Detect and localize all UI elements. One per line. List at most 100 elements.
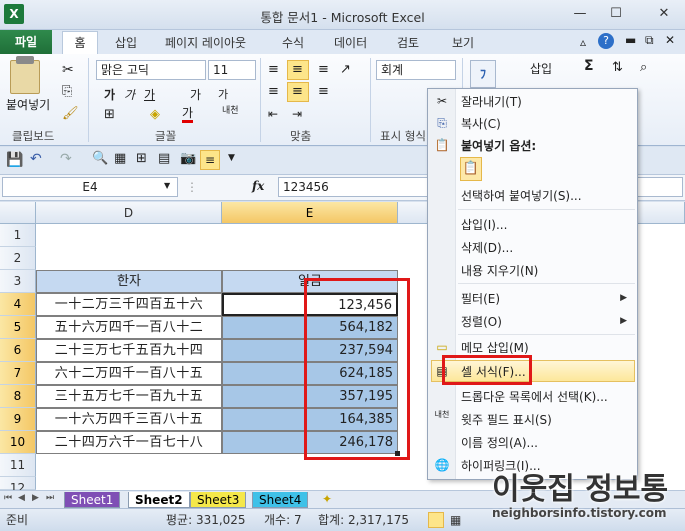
decrease-indent-icon[interactable]: ⇤ (268, 107, 278, 121)
prev-sheet-icon[interactable]: ◀ (18, 493, 25, 503)
cell-hanja[interactable]: 一十二万三千四百五十六 (36, 293, 222, 316)
sheet-tab-1[interactable]: Sheet1 (64, 492, 121, 508)
orientation-icon[interactable]: ↗ (340, 62, 351, 77)
menu-item-sort[interactable]: 정렬(O) (461, 313, 502, 330)
undo-icon[interactable]: ↶ (30, 151, 42, 167)
tab-file[interactable]: 파일 (0, 30, 52, 54)
menu-item-define-name[interactable]: 이름 정의(A)... (461, 434, 538, 451)
font-name-combo[interactable]: 맑은 고딕 (96, 60, 206, 80)
menu-item-insert[interactable]: 삽입(I)... (461, 216, 507, 233)
row-header[interactable]: 11 (0, 454, 36, 477)
row-header[interactable]: 10 (0, 431, 36, 454)
insert-cells-button[interactable]: 삽입 (530, 60, 552, 77)
doc-restore-button[interactable]: ⧉ (645, 33, 654, 48)
cell-hanja[interactable]: 五十六万四千一百八十二 (36, 316, 222, 339)
menu-item-pick-from-list[interactable]: 드롭다운 목록에서 선택(K)... (461, 388, 608, 405)
formula-bar-handle-icon[interactable]: ⋮ (186, 180, 198, 194)
maximize-button[interactable]: ☐ (607, 6, 625, 22)
cut-icon[interactable]: ✂ (62, 62, 74, 78)
sheet-icon[interactable]: ▤ (158, 151, 170, 166)
autosum-button[interactable]: Σ (584, 58, 594, 74)
close-button[interactable]: ✕ (655, 6, 673, 22)
font-size-combo[interactable]: 11 (208, 60, 256, 80)
paste-option-button[interactable]: 📋 (460, 157, 482, 181)
cell-hanja[interactable]: 二十四万六千一百七十八 (36, 431, 222, 454)
menu-item-filter[interactable]: 필터(E) (461, 290, 500, 307)
align-qat-icon[interactable]: ≡ (200, 150, 220, 170)
fill-color-icon[interactable]: ◈ (150, 107, 160, 122)
align-bottom-icon[interactable]: ≡ (318, 62, 329, 77)
grid-icon[interactable]: ⊞ (136, 151, 147, 166)
shrink-font-button[interactable]: 가 (218, 86, 228, 102)
copy-icon[interactable]: ⎘ (62, 84, 72, 99)
menu-item-copy[interactable]: 복사(C) (461, 115, 501, 132)
minimize-button[interactable]: — (571, 6, 589, 22)
tab-insert[interactable]: 삽입 (115, 34, 137, 51)
paste-button[interactable]: 붙여넣기 (6, 96, 50, 113)
align-right-icon[interactable]: ≡ (318, 84, 329, 99)
tab-home[interactable]: 홈 (62, 31, 98, 55)
row-header[interactable]: 12 (0, 477, 36, 495)
cell-hanja[interactable]: 二十三万七千五百九十四 (36, 339, 222, 362)
tab-review[interactable]: 검토 (397, 34, 419, 51)
row-header[interactable]: 7 (0, 362, 36, 385)
row-header[interactable]: 4 (0, 293, 36, 316)
row-header[interactable]: 8 (0, 385, 36, 408)
styles-icon[interactable]: ﾌ (470, 60, 496, 88)
cell-hanja[interactable]: 六十二万四千一百八十五 (36, 362, 222, 385)
font-color-button[interactable]: 가 (182, 107, 194, 123)
menu-item-paste-special[interactable]: 선택하여 붙여넣기(S)... (461, 187, 582, 204)
column-header-d[interactable]: D (36, 202, 222, 224)
bold-button[interactable]: 가 (104, 86, 115, 103)
cell-hanja[interactable]: 三十五万七千一百九十五 (36, 385, 222, 408)
save-icon[interactable]: 💾 (6, 152, 23, 168)
align-middle-icon[interactable]: ≡ (292, 62, 303, 77)
italic-button[interactable]: 가 (124, 86, 135, 103)
increase-indent-icon[interactable]: ⇥ (292, 107, 302, 121)
align-left-icon[interactable]: ≡ (268, 84, 279, 99)
next-sheet-icon[interactable]: ▶ (32, 493, 39, 503)
sheet-tab-3[interactable]: Sheet3 (190, 492, 247, 508)
row-header[interactable]: 6 (0, 339, 36, 362)
row-header[interactable]: 5 (0, 316, 36, 339)
table-icon[interactable]: ▦ (114, 151, 126, 166)
sheet-tab-2[interactable]: Sheet2 (128, 492, 190, 508)
cell-d3[interactable]: 한자 (36, 270, 222, 293)
select-all-corner[interactable] (0, 202, 36, 224)
find-select-icon[interactable]: ⌕ (640, 60, 647, 75)
format-painter-icon[interactable]: 🖌 (62, 106, 79, 121)
menu-item-clear-contents[interactable]: 내용 지우기(N) (461, 262, 538, 279)
customize-qat-icon[interactable]: ▼ (228, 153, 235, 163)
normal-view-icon[interactable] (428, 512, 444, 528)
tab-formulas[interactable]: 수식 (282, 34, 304, 51)
underline-button[interactable]: 가 (144, 86, 155, 103)
menu-item-cut[interactable]: 잘라내기(T) (461, 93, 522, 110)
tab-view[interactable]: 보기 (452, 34, 474, 51)
menu-item-delete[interactable]: 삭제(D)... (461, 239, 513, 256)
row-header[interactable]: 9 (0, 408, 36, 431)
doc-minimize-button[interactable]: ▬ (625, 33, 636, 47)
name-box-dropdown-icon[interactable]: ▼ (164, 181, 170, 190)
help-icon[interactable]: ? (598, 33, 614, 49)
print-preview-icon[interactable]: 🔍 (92, 151, 108, 166)
number-format-combo[interactable]: 회계 (376, 60, 456, 80)
insert-function-button[interactable]: fx (252, 179, 264, 193)
page-layout-view-icon[interactable]: ▦ (450, 509, 461, 531)
menu-item-insert-comment[interactable]: 메모 삽입(M) (461, 339, 529, 356)
doc-close-button[interactable]: ✕ (665, 33, 675, 47)
row-header[interactable]: 2 (0, 247, 36, 270)
row-header[interactable]: 1 (0, 224, 36, 247)
align-center-icon[interactable]: ≡ (292, 84, 303, 99)
first-sheet-icon[interactable]: ⏮ (4, 493, 12, 503)
sheet-tab-4[interactable]: Sheet4 (252, 492, 309, 508)
ribbon-minimize-icon[interactable]: ▵ (580, 35, 586, 49)
camera-icon[interactable]: 📷 (180, 151, 196, 166)
column-header-e[interactable]: E (222, 202, 398, 224)
redo-icon[interactable]: ↷ (60, 151, 72, 167)
menu-item-phonetic[interactable]: 윗주 필드 표시(S) (461, 411, 552, 428)
grow-font-button[interactable]: 가 (190, 86, 201, 103)
borders-icon[interactable]: ⊞ (104, 107, 115, 122)
sort-filter-icon[interactable]: ⇅ (612, 60, 623, 75)
tab-data[interactable]: 데이터 (334, 34, 367, 51)
last-sheet-icon[interactable]: ⏭ (46, 493, 54, 503)
